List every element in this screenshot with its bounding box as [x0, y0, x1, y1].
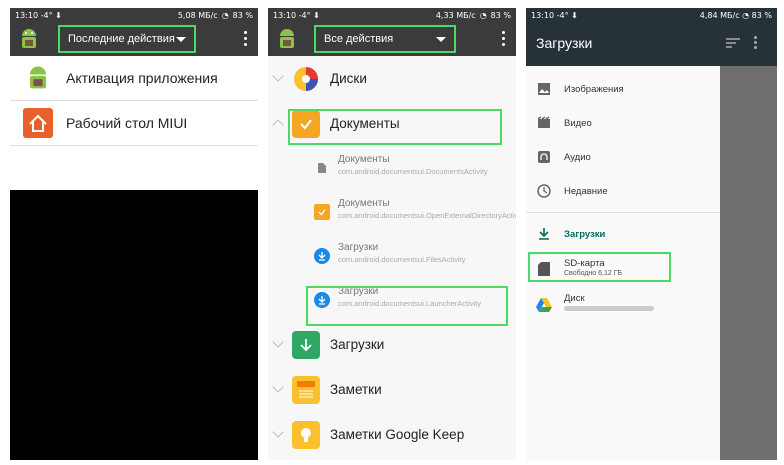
drawer-item-images[interactable]: Изображения — [526, 72, 720, 106]
drawer-item-label: Видео — [564, 117, 592, 129]
status-time: 13:10 — [273, 10, 297, 20]
drawer-item-downloads[interactable]: Загрузки — [526, 217, 720, 251]
downloads-app-icon — [292, 330, 320, 359]
list-item-miui-desktop[interactable]: Рабочий стол MIUI — [10, 101, 258, 146]
status-extra: -4° ⬇ — [298, 10, 320, 20]
panel-downloads-drawer: 13:10 -4° ⬇ 4,84 МБ/с ◔ 83 % Загрузки Из… — [526, 8, 777, 460]
status-battery: 83 % — [490, 10, 511, 20]
status-time: 13:10 — [531, 10, 555, 20]
group-label: Заметки — [330, 382, 382, 397]
status-speed: 5,08 МБ/с — [177, 10, 218, 20]
status-bar: 13:10 -4° ⬇ 4,84 МБ/с ◔ 83 % — [531, 10, 772, 20]
highlight-box — [528, 252, 671, 282]
activity-item[interactable]: Документы com.android.documentsui.Docume… — [268, 146, 516, 190]
wifi-icon: ◔ — [479, 10, 487, 20]
panel-recent-activities: 13:10 -4° ⬇ 5,08 МБ/с ◔ 83 % Последние дей… — [10, 8, 258, 460]
documents-app-icon — [314, 204, 330, 220]
android-icon — [280, 29, 294, 48]
status-speed: 4,33 МБ/с — [435, 10, 476, 20]
group-label: Загрузки — [330, 337, 385, 352]
chevron-down-icon — [176, 37, 186, 42]
status-bar: 13:10 -4° ⬇ 5,08 МБ/с ◔ 83 % — [10, 8, 258, 22]
status-extra: -4° ⬇ — [40, 10, 62, 20]
status-time: 13:10 — [15, 10, 39, 20]
notes-app-icon — [292, 375, 320, 404]
navigation-drawer: Изображения Видео Аудио Недавние Загрузк… — [526, 66, 720, 460]
group-google-keep[interactable]: Заметки Google Keep — [268, 412, 516, 457]
group-disks[interactable]: Диски — [268, 56, 516, 101]
activity-title: Загрузки — [338, 242, 379, 253]
status-speed: 4,84 МБ/с — [699, 10, 740, 20]
drawer-item-video[interactable]: Видео — [526, 106, 720, 140]
disks-app-icon — [292, 65, 320, 93]
toolbar: Все действия — [268, 22, 516, 56]
drawer-item-label: Диск — [564, 293, 585, 304]
activity-title: Документы — [338, 154, 390, 165]
drawer-item-audio[interactable]: Аудио — [526, 140, 720, 174]
account-email-redacted — [564, 306, 654, 311]
wifi-icon: ◔ — [221, 10, 229, 20]
list-item-label: Рабочий стол MIUI — [66, 115, 188, 131]
list-item-label: Активация приложения — [66, 70, 218, 86]
drawer-scrim[interactable] — [720, 8, 777, 460]
image-icon — [536, 81, 552, 97]
dropdown-label: Последние действия — [68, 33, 175, 45]
android-icon — [22, 29, 36, 48]
highlight-box — [288, 109, 502, 145]
drawer-item-drive[interactable]: Диск — [526, 287, 720, 323]
list-item-app-activation[interactable]: Активация приложения — [10, 56, 258, 101]
drawer-item-label: Изображения — [564, 83, 624, 95]
chevron-down-icon — [272, 70, 284, 82]
chevron-down-icon — [436, 37, 446, 42]
activity-class: com.android.documentsui.FilesActivity — [338, 255, 466, 264]
sort-icon[interactable] — [726, 38, 740, 48]
toolbar: Последние действия — [10, 22, 258, 56]
group-label: Заметки Google Keep — [330, 427, 465, 442]
activity-title: Документы — [338, 198, 390, 209]
highlight-box — [306, 286, 508, 326]
group-notes[interactable]: Заметки — [268, 367, 516, 412]
activity-filter-dropdown[interactable]: Все действия — [314, 25, 456, 53]
activity-item[interactable]: Документы com.android.documentsui.OpenEx… — [268, 190, 516, 234]
clock-icon — [536, 183, 552, 199]
chevron-down-icon — [272, 381, 284, 393]
headphones-icon — [536, 149, 552, 165]
file-icon — [314, 160, 330, 176]
home-icon — [22, 107, 54, 139]
more-options-icon[interactable] — [754, 36, 757, 49]
dropdown-label: Все действия — [324, 33, 394, 45]
activity-class: com.android.documentsui.OpenExternalDire… — [338, 211, 516, 220]
chevron-down-icon — [272, 336, 284, 348]
drawer-header: 13:10 -4° ⬇ 4,84 МБ/с ◔ 83 % Загрузки — [526, 8, 772, 66]
more-options-icon[interactable] — [502, 31, 506, 46]
panel-all-activities: 13:10 -4° ⬇ 4,33 МБ/с ◔ 83 % Все действия … — [268, 8, 516, 460]
chevron-down-icon — [272, 426, 284, 438]
activity-tree: Диски Документы Документы com.android.do… — [268, 56, 516, 457]
group-label: Диски — [330, 71, 367, 86]
recent-list: Активация приложения Рабочий стол MIUI — [10, 56, 258, 190]
download-icon — [314, 248, 330, 264]
android-icon — [22, 62, 54, 94]
activity-filter-dropdown[interactable]: Последние действия — [58, 25, 196, 53]
drawer-item-recent[interactable]: Недавние — [526, 174, 720, 208]
more-options-icon[interactable] — [244, 31, 248, 46]
chevron-up-icon — [272, 119, 284, 131]
screenshot-collage: 13:10 -4° ⬇ 5,08 МБ/с ◔ 83 % Последние дей… — [0, 0, 784, 465]
activity-item[interactable]: Загрузки com.android.documentsui.FilesAc… — [268, 234, 516, 278]
status-battery: 83 % — [232, 10, 253, 20]
drawer-item-label: Аудио — [564, 151, 591, 163]
drawer-item-label: Недавние — [564, 185, 608, 197]
status-battery: 83 % — [751, 10, 772, 20]
drawer-divider — [526, 212, 720, 213]
download-icon — [536, 226, 552, 242]
drawer-item-label: Загрузки — [564, 228, 606, 240]
google-drive-icon — [536, 297, 552, 313]
status-bar: 13:10 -4° ⬇ 4,33 МБ/с ◔ 83 % — [268, 8, 516, 22]
group-downloads[interactable]: Загрузки — [268, 322, 516, 367]
keep-app-icon — [292, 420, 320, 449]
activity-class: com.android.documentsui.DocumentsActivit… — [338, 167, 488, 176]
drawer-title: Загрузки — [536, 35, 593, 51]
status-extra: -4° ⬇ — [556, 10, 578, 20]
video-icon — [536, 115, 552, 131]
